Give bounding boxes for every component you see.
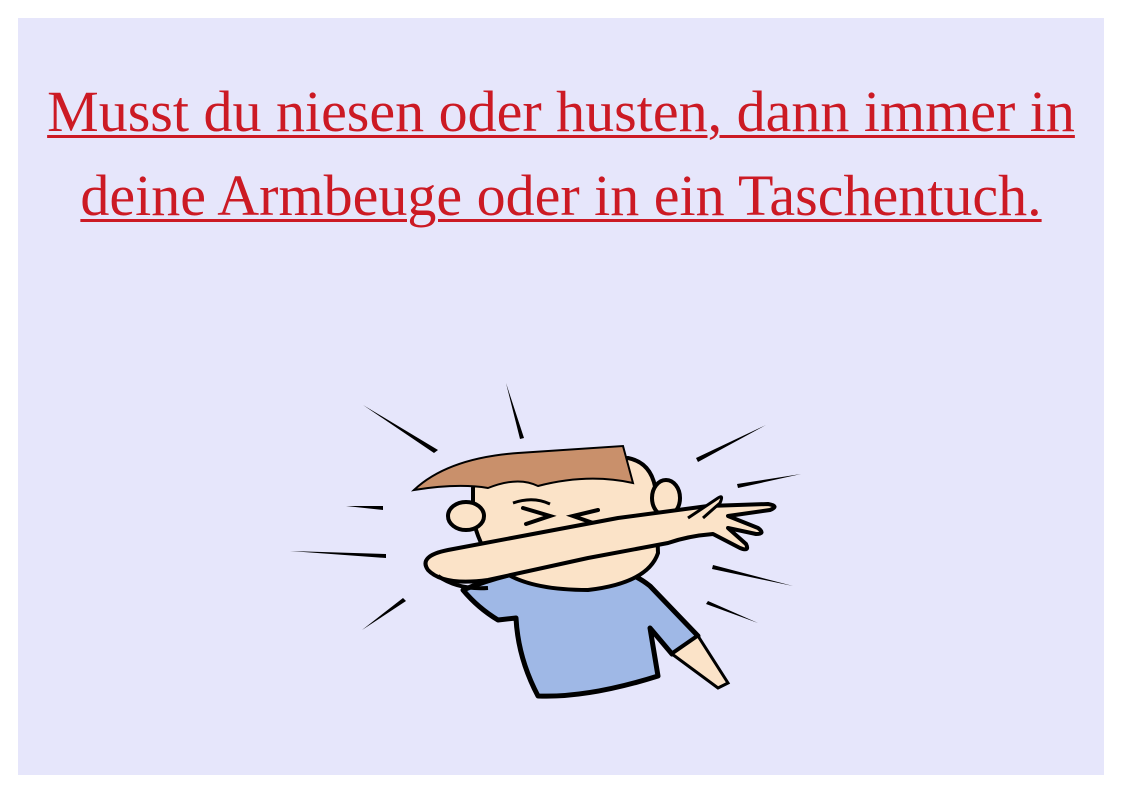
- notice-text: Musst du niesen oder husten, dann immer …: [47, 79, 1075, 228]
- sneezing-child-icon: [290, 383, 801, 699]
- poster-page: Musst du niesen oder husten, dann immer …: [18, 18, 1104, 775]
